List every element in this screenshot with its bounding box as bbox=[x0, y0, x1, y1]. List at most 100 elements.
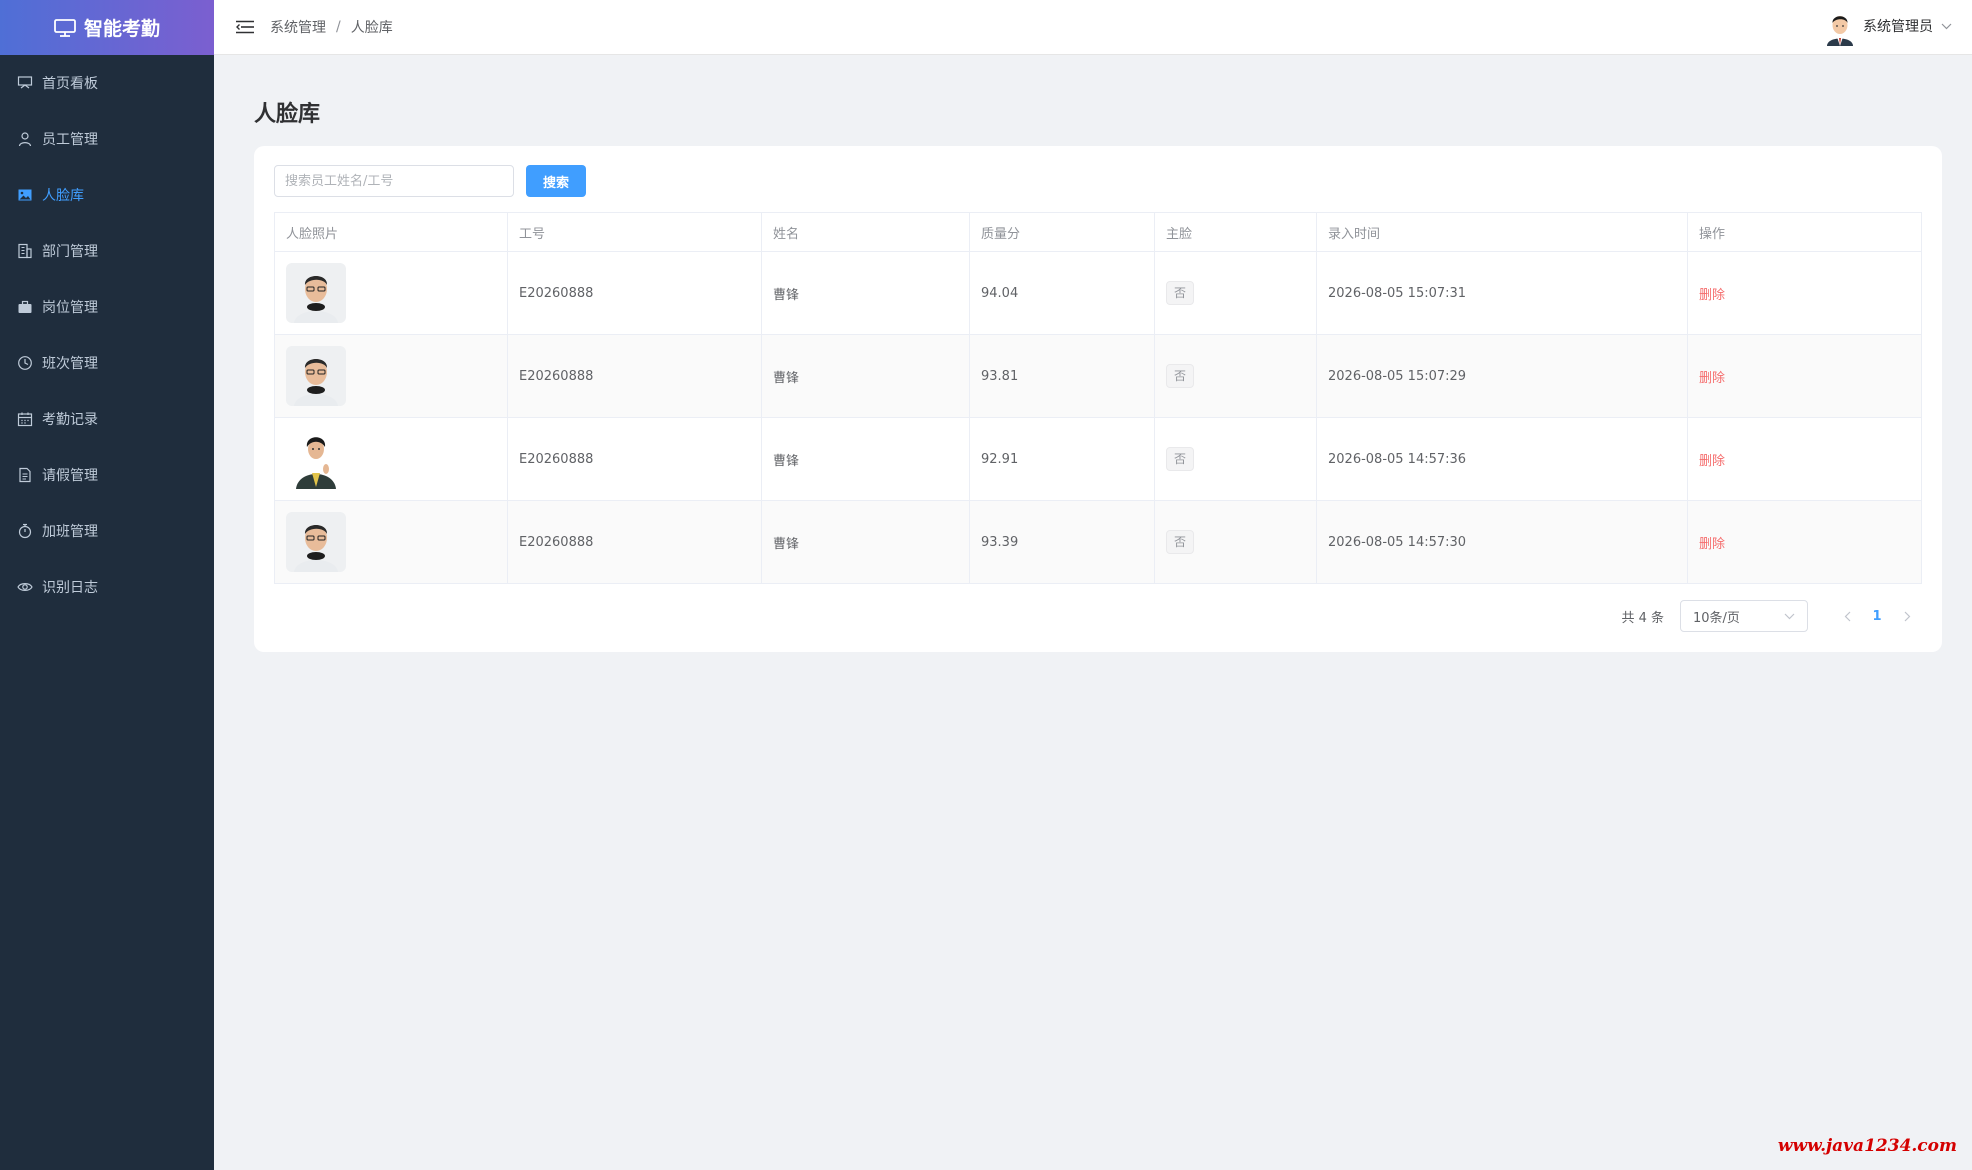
sidebar-item-shifts[interactable]: 班次管理 bbox=[0, 335, 214, 391]
sidebar-item-attendance-records[interactable]: 考勤记录 bbox=[0, 391, 214, 447]
primary-tag: 否 bbox=[1166, 447, 1195, 471]
sidebar-item-positions[interactable]: 岗位管理 bbox=[0, 279, 214, 335]
table-row: E20260888 曹锋 93.81 否 2026-08-05 15:07:29… bbox=[274, 334, 1922, 418]
primary-cell: 否 bbox=[1154, 417, 1317, 501]
primary-cell: 否 bbox=[1154, 334, 1317, 418]
avatar bbox=[1827, 16, 1853, 46]
sidebar-item-label: 考勤记录 bbox=[42, 412, 98, 428]
primary-tag: 否 bbox=[1166, 530, 1195, 554]
calendar-icon bbox=[17, 411, 33, 427]
column-header-score: 质量分 bbox=[969, 212, 1155, 252]
chevron-down-icon bbox=[1941, 23, 1952, 29]
table-row: E20260888 曹锋 94.04 否 2026-08-05 15:07:31… bbox=[274, 251, 1922, 335]
breadcrumb: 系统管理 / 人脸库 bbox=[270, 17, 393, 37]
sidebar-item-leave[interactable]: 请假管理 bbox=[0, 447, 214, 503]
top-header: 系统管理 / 人脸库 系统管理员 bbox=[214, 0, 1972, 55]
app-name: 智能考勤 bbox=[83, 18, 160, 40]
sidebar-item-label: 部门管理 bbox=[42, 244, 98, 260]
primary-tag: 否 bbox=[1166, 364, 1195, 388]
page-size-select[interactable]: 10条/页 bbox=[1680, 600, 1808, 632]
timer-icon bbox=[17, 523, 33, 539]
prev-page-button[interactable] bbox=[1832, 601, 1862, 631]
sidebar-item-label: 请假管理 bbox=[42, 468, 98, 484]
name-cell: 曹锋 bbox=[761, 334, 970, 418]
face-library-card: 搜索 人脸照片 工号 姓名 质量分 主脸 录入时间 操作 bbox=[254, 146, 1942, 652]
pagination-total: 共 4 条 bbox=[1621, 610, 1664, 626]
emp-no-cell: E20260888 bbox=[507, 500, 762, 584]
column-header-name: 姓名 bbox=[761, 212, 970, 252]
column-header-primary: 主脸 bbox=[1154, 212, 1317, 252]
face-photo[interactable] bbox=[286, 512, 346, 572]
chevron-right-icon bbox=[1904, 611, 1910, 621]
primary-cell: 否 bbox=[1154, 500, 1317, 584]
page-number-button[interactable]: 1 bbox=[1862, 601, 1892, 631]
sidebar-item-label: 班次管理 bbox=[42, 356, 98, 372]
emp-no-cell: E20260888 bbox=[507, 417, 762, 501]
action-cell: 删除 bbox=[1687, 251, 1922, 335]
delete-button[interactable]: 删除 bbox=[1699, 537, 1725, 552]
sidebar-item-overtime[interactable]: 加班管理 bbox=[0, 503, 214, 559]
action-cell: 删除 bbox=[1687, 417, 1922, 501]
name-cell: 曹锋 bbox=[761, 417, 970, 501]
primary-tag: 否 bbox=[1166, 281, 1195, 305]
score-cell: 93.81 bbox=[969, 334, 1155, 418]
office-building-icon bbox=[17, 243, 33, 259]
sidebar-item-employees[interactable]: 员工管理 bbox=[0, 111, 214, 167]
breadcrumb-item-system[interactable]: 系统管理 bbox=[270, 17, 326, 37]
time-cell: 2026-08-05 14:57:36 bbox=[1316, 417, 1688, 501]
face-photo[interactable] bbox=[286, 263, 346, 323]
table-header-row: 人脸照片 工号 姓名 质量分 主脸 录入时间 操作 bbox=[274, 212, 1922, 252]
score-cell: 92.91 bbox=[969, 417, 1155, 501]
name-cell: 曹锋 bbox=[761, 500, 970, 584]
document-icon bbox=[17, 467, 33, 483]
next-page-button[interactable] bbox=[1892, 601, 1922, 631]
monitor-icon bbox=[54, 18, 76, 37]
sidebar-item-label: 岗位管理 bbox=[42, 300, 98, 316]
sidebar-item-label: 人脸库 bbox=[42, 188, 84, 204]
watermark: www.java1234.com bbox=[1777, 1136, 1957, 1156]
time-cell: 2026-08-05 14:57:30 bbox=[1316, 500, 1688, 584]
emp-no-cell: E20260888 bbox=[507, 251, 762, 335]
action-cell: 删除 bbox=[1687, 500, 1922, 584]
pagination: 共 4 条 10条/页 1 bbox=[1621, 600, 1922, 632]
photo-cell bbox=[274, 334, 508, 418]
name-cell: 曹锋 bbox=[761, 251, 970, 335]
table-row: E20260888 曹锋 92.91 否 2026-08-05 14:57:36… bbox=[274, 417, 1922, 501]
face-table: 人脸照片 工号 姓名 质量分 主脸 录入时间 操作 E20260888 曹锋 9… bbox=[274, 212, 1922, 584]
menu-fold-icon[interactable] bbox=[236, 20, 254, 34]
action-cell: 删除 bbox=[1687, 334, 1922, 418]
sidebar-item-dashboard[interactable]: 首页看板 bbox=[0, 55, 214, 111]
sidebar-item-label: 员工管理 bbox=[42, 132, 98, 148]
search-button[interactable]: 搜索 bbox=[526, 165, 586, 197]
sidebar-item-label: 首页看板 bbox=[42, 76, 98, 92]
photo-cell bbox=[274, 417, 508, 501]
sidebar-item-departments[interactable]: 部门管理 bbox=[0, 223, 214, 279]
breadcrumb-separator: / bbox=[336, 19, 341, 35]
face-photo[interactable] bbox=[286, 429, 346, 489]
sidebar-item-face-library[interactable]: 人脸库 bbox=[0, 167, 214, 223]
page-size-value: 10条/页 bbox=[1693, 610, 1740, 626]
breadcrumb-item-current: 人脸库 bbox=[350, 20, 393, 36]
sidebar-item-recognition-log[interactable]: 识别日志 bbox=[0, 559, 214, 615]
photo-cell bbox=[274, 251, 508, 335]
primary-cell: 否 bbox=[1154, 251, 1317, 335]
column-header-action: 操作 bbox=[1687, 212, 1922, 252]
column-header-emp-no: 工号 bbox=[507, 212, 762, 252]
user-icon bbox=[17, 131, 33, 147]
sidebar: 智能考勤 首页看板 员工管理 人脸库 部门管理 岗位管理 班次管理 考勤记录 请… bbox=[0, 0, 214, 1170]
face-photo[interactable] bbox=[286, 346, 346, 406]
delete-button[interactable]: 删除 bbox=[1699, 371, 1725, 386]
table-row: E20260888 曹锋 93.39 否 2026-08-05 14:57:30… bbox=[274, 500, 1922, 584]
user-menu[interactable]: 系统管理员 bbox=[1823, 6, 1952, 46]
user-name: 系统管理员 bbox=[1863, 19, 1933, 35]
emp-no-cell: E20260888 bbox=[507, 334, 762, 418]
eye-icon bbox=[17, 579, 33, 595]
score-cell: 93.39 bbox=[969, 500, 1155, 584]
delete-button[interactable]: 删除 bbox=[1699, 288, 1725, 303]
delete-button[interactable]: 删除 bbox=[1699, 454, 1725, 469]
sidebar-menu: 首页看板 员工管理 人脸库 部门管理 岗位管理 班次管理 考勤记录 请假管理 加… bbox=[0, 55, 214, 615]
search-input[interactable] bbox=[274, 165, 514, 197]
column-header-photo: 人脸照片 bbox=[274, 212, 508, 252]
chevron-down-icon bbox=[1784, 613, 1795, 619]
app-logo[interactable]: 智能考勤 bbox=[0, 0, 214, 55]
